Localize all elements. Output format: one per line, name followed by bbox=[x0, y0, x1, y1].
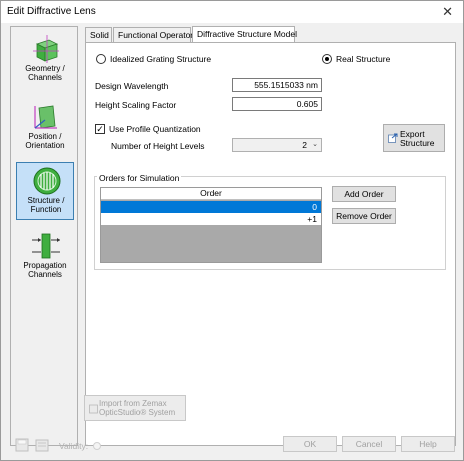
save-icon[interactable] bbox=[15, 438, 29, 452]
catalog-icon[interactable] bbox=[35, 438, 49, 452]
export-label-line2: Structure bbox=[400, 138, 435, 148]
orders-column-header[interactable]: Order bbox=[101, 188, 321, 200]
table-row[interactable]: +1 bbox=[101, 213, 321, 225]
cancel-button[interactable]: Cancel bbox=[342, 436, 396, 452]
table-row[interactable]: 0 bbox=[101, 201, 321, 213]
orders-group-label: Orders for Simulation bbox=[97, 173, 182, 183]
chevron-down-icon: ⌄ bbox=[312, 141, 318, 148]
sidebar-label-propagation: Propagation Channels bbox=[23, 261, 67, 279]
title-bar: Edit Diffractive Lens ✕ bbox=[1, 1, 463, 23]
import-zemax-button[interactable]: Import from Zemax OpticStudio® System bbox=[84, 395, 186, 421]
idealized-structure-radio[interactable] bbox=[96, 54, 106, 64]
sidebar-label-position: Position / Orientation bbox=[25, 132, 65, 150]
profile-quantization-label: Use Profile Quantization bbox=[109, 124, 201, 134]
real-structure-label: Real Structure bbox=[336, 54, 391, 64]
propagation-channels-icon bbox=[32, 233, 60, 259]
help-button[interactable]: Help bbox=[401, 436, 455, 452]
structure-grating-icon bbox=[33, 167, 61, 195]
height-levels-label: Number of Height Levels bbox=[111, 141, 205, 151]
remove-order-button[interactable]: Remove Order bbox=[332, 208, 396, 224]
idealized-structure-label: Idealized Grating Structure bbox=[110, 54, 212, 64]
import-label-line1: Import from Zemax bbox=[99, 399, 167, 408]
sidebar-label-structure: Structure / Function bbox=[27, 196, 65, 214]
export-structure-button[interactable]: Export Structure bbox=[383, 124, 445, 152]
edit-diffractive-lens-dialog: Edit Diffractive Lens ✕ Geometry / Channe… bbox=[0, 0, 464, 461]
sidebar-item-propagation-channels[interactable]: Propagation Channels bbox=[16, 228, 74, 286]
export-icon bbox=[388, 133, 398, 143]
wavelength-label: Design Wavelength bbox=[95, 81, 169, 91]
tab-solid[interactable]: Solid bbox=[85, 27, 112, 43]
tab-functional-operator[interactable]: Functional Operator bbox=[113, 27, 193, 43]
import-icon bbox=[89, 404, 98, 414]
sidebar: Geometry / Channels Position / Orientation bbox=[10, 26, 78, 446]
validity-status-icon bbox=[93, 442, 101, 450]
wavelength-input[interactable]: 555.1515033 nm bbox=[232, 78, 322, 92]
ok-button[interactable]: OK bbox=[283, 436, 337, 452]
tab-diffractive-structure-model[interactable]: Diffractive Structure Model bbox=[192, 26, 297, 43]
add-order-button[interactable]: Add Order bbox=[332, 186, 396, 202]
sidebar-item-structure-function[interactable]: Structure / Function bbox=[16, 162, 74, 220]
import-label-line2: OpticStudio® System bbox=[99, 408, 176, 417]
sidebar-item-geometry-channels[interactable]: Geometry / Channels bbox=[16, 31, 74, 89]
geometry-cube-icon bbox=[33, 35, 59, 63]
sidebar-item-position-orientation[interactable]: Position / Orientation bbox=[16, 99, 74, 157]
height-levels-value: 2 bbox=[302, 140, 307, 150]
position-axes-icon bbox=[34, 105, 57, 129]
sidebar-label-geometry: Geometry / Channels bbox=[25, 64, 65, 82]
validity-label: Validity: bbox=[59, 441, 89, 451]
profile-quantization-checkbox[interactable]: ✓ bbox=[95, 124, 105, 134]
height-scaling-input[interactable]: 0.605 bbox=[232, 97, 322, 111]
height-scaling-label: Height Scaling Factor bbox=[95, 100, 177, 110]
real-structure-radio[interactable] bbox=[322, 54, 332, 64]
window-title: Edit Diffractive Lens bbox=[7, 6, 96, 17]
close-icon[interactable]: ✕ bbox=[442, 4, 453, 20]
height-levels-select[interactable]: 2 ⌄ bbox=[232, 138, 322, 152]
orders-table[interactable]: Order 0 +1 bbox=[100, 187, 322, 263]
